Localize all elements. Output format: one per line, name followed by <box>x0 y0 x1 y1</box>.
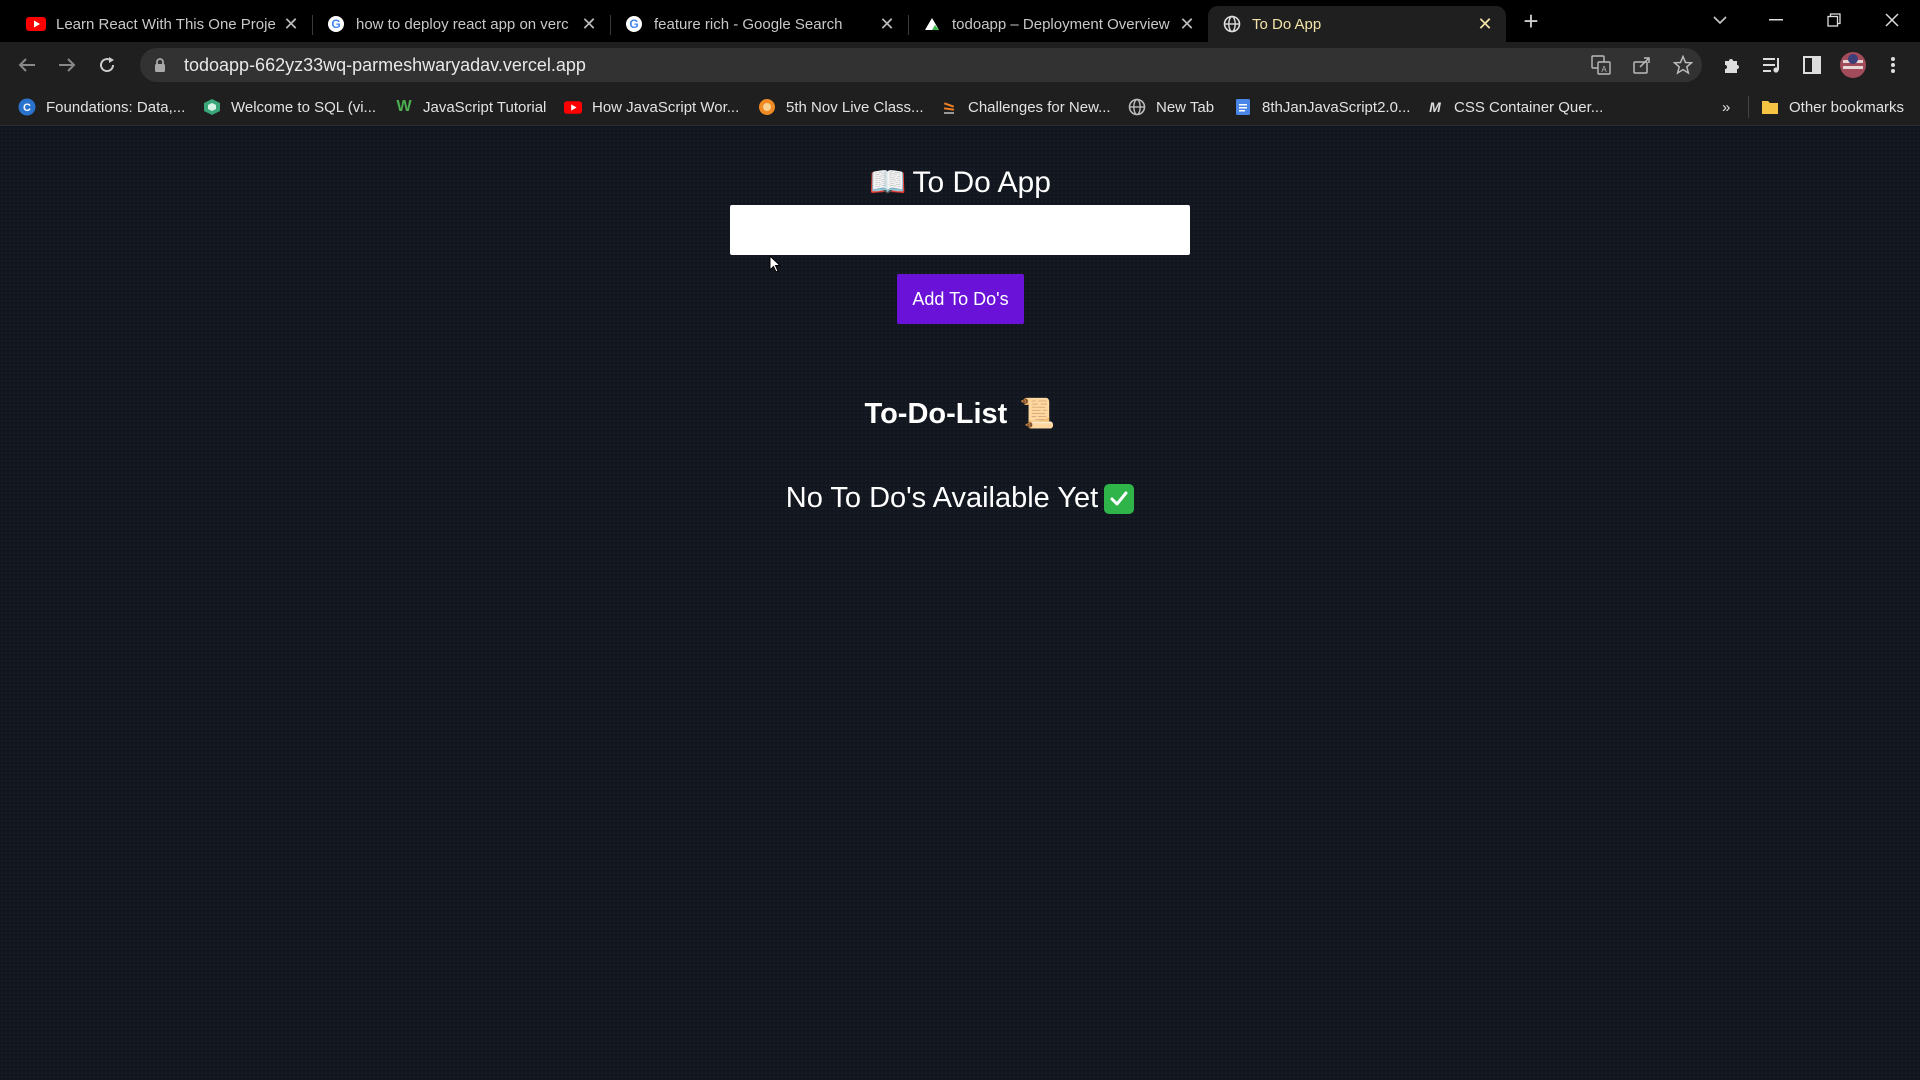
coursera-icon: C <box>18 98 36 116</box>
translate-icon[interactable]: A <box>1586 48 1616 82</box>
new-tab-button[interactable]: + <box>1516 6 1546 36</box>
other-bookmarks[interactable]: Other bookmarks <box>1748 96 1904 118</box>
medium-icon: M <box>1429 99 1441 115</box>
app-title-text: To Do App <box>912 165 1051 199</box>
profile-avatar[interactable] <box>1836 48 1870 82</box>
close-icon[interactable]: ✕ <box>1176 13 1198 35</box>
bookmark-5th-nov-live-class[interactable]: 5th Nov Live Class... <box>758 96 924 118</box>
tab-learn-react[interactable]: Learn React With This One Projec ✕ <box>12 6 313 42</box>
bookmarks-overflow-button[interactable]: » <box>1722 96 1730 118</box>
globe-icon <box>1128 98 1146 116</box>
app-page: 📖 To Do App Add To Do's To-Do-List 📜 No … <box>0 127 1920 1080</box>
close-icon[interactable]: ✕ <box>876 13 898 35</box>
side-panel-icon[interactable] <box>1795 48 1829 82</box>
tab-title: feature rich - Google Search <box>654 15 843 33</box>
restore-button[interactable] <box>1806 0 1862 40</box>
tab-deployment-overview[interactable]: todoapp – Deployment Overview ✕ <box>908 6 1208 42</box>
browser-toolbar: todoapp-662yz33wq-parmeshwaryadav.vercel… <box>0 42 1920 88</box>
todo-list-heading: To-Do-List 📜 <box>0 397 1920 431</box>
bookmark-foundations[interactable]: C Foundations: Data,... <box>18 96 185 118</box>
check-mark-icon <box>1104 483 1135 514</box>
bookmarks-bar: C Foundations: Data,... Welcome to SQL (… <box>0 88 1920 126</box>
google-icon: G <box>624 14 644 34</box>
youtube-icon <box>564 98 582 116</box>
svg-text:G: G <box>331 17 340 31</box>
cube-icon <box>203 98 221 116</box>
svg-text:A: A <box>1601 65 1607 74</box>
svg-text:G: G <box>629 17 638 31</box>
close-window-button[interactable] <box>1864 0 1920 40</box>
empty-list-message: No To Do's Available Yet <box>0 482 1920 515</box>
tab-title: Learn React With This One Projec <box>56 15 276 33</box>
minimize-button[interactable] <box>1748 0 1804 40</box>
google-icon: G <box>326 14 346 34</box>
back-button[interactable] <box>10 48 44 82</box>
tab-to-do-app[interactable]: To Do App ✕ <box>1208 6 1506 42</box>
reload-button[interactable] <box>90 48 124 82</box>
lock-icon[interactable] <box>154 57 172 73</box>
forward-button[interactable] <box>50 48 84 82</box>
folder-icon <box>1761 98 1779 116</box>
open-book-icon: 📖 <box>869 166 907 199</box>
share-icon[interactable] <box>1627 48 1657 82</box>
bookmark-how-javascript-works[interactable]: How JavaScript Wor... <box>564 96 739 118</box>
stack-icon <box>940 98 958 116</box>
add-todo-button[interactable]: Add To Do's <box>897 274 1024 324</box>
bookmark-css-container-queries[interactable]: M CSS Container Quer... <box>1426 96 1603 118</box>
media-controls-icon[interactable] <box>1755 48 1789 82</box>
tab-title: todoapp – Deployment Overview <box>952 15 1170 33</box>
mouse-cursor <box>769 254 782 278</box>
app-title: 📖 To Do App <box>0 165 1920 200</box>
menu-icon[interactable] <box>1876 48 1910 82</box>
tab-search-icon[interactable] <box>1692 0 1748 40</box>
tab-title: how to deploy react app on verc <box>356 15 569 33</box>
scroll-icon: 📜 <box>1019 398 1056 430</box>
bookmark-challenges[interactable]: Challenges for New... <box>940 96 1111 118</box>
tab-title: To Do App <box>1252 15 1322 33</box>
tab-feature-rich[interactable]: G feature rich - Google Search ✕ <box>610 6 909 42</box>
tab-strip: Learn React With This One Projec ✕ G how… <box>0 0 1920 42</box>
globe-icon <box>1222 14 1242 34</box>
tab-deploy-react[interactable]: G how to deploy react app on verc ✕ <box>312 6 611 42</box>
vercel-icon <box>922 14 942 34</box>
close-icon[interactable]: ✕ <box>280 13 302 35</box>
close-icon[interactable]: ✕ <box>578 13 600 35</box>
svg-text:C: C <box>23 102 31 114</box>
w3-icon: W <box>396 98 412 115</box>
address-bar[interactable]: todoapp-662yz33wq-parmeshwaryadav.vercel… <box>140 48 1702 82</box>
empty-message-text: No To Do's Available Yet <box>785 482 1099 514</box>
bookmark-star-icon[interactable] <box>1668 48 1698 82</box>
close-icon[interactable]: ✕ <box>1474 13 1496 35</box>
youtube-icon <box>26 14 46 34</box>
bookmark-welcome-sql[interactable]: Welcome to SQL (vi... <box>203 96 376 118</box>
docs-icon <box>1234 98 1252 116</box>
extensions-icon[interactable] <box>1715 48 1749 82</box>
bookmark-8thjan-javascript[interactable]: 8thJanJavaScript2.0... <box>1234 96 1410 118</box>
bookmark-new-tab[interactable]: New Tab <box>1128 96 1214 118</box>
orange-circle-icon <box>758 98 776 116</box>
todo-list-heading-text: To-Do-List <box>864 397 1008 430</box>
bookmark-javascript-tutorial[interactable]: W JavaScript Tutorial <box>395 96 546 118</box>
todo-input[interactable] <box>730 205 1190 255</box>
url-text[interactable]: todoapp-662yz33wq-parmeshwaryadav.vercel… <box>184 55 586 76</box>
